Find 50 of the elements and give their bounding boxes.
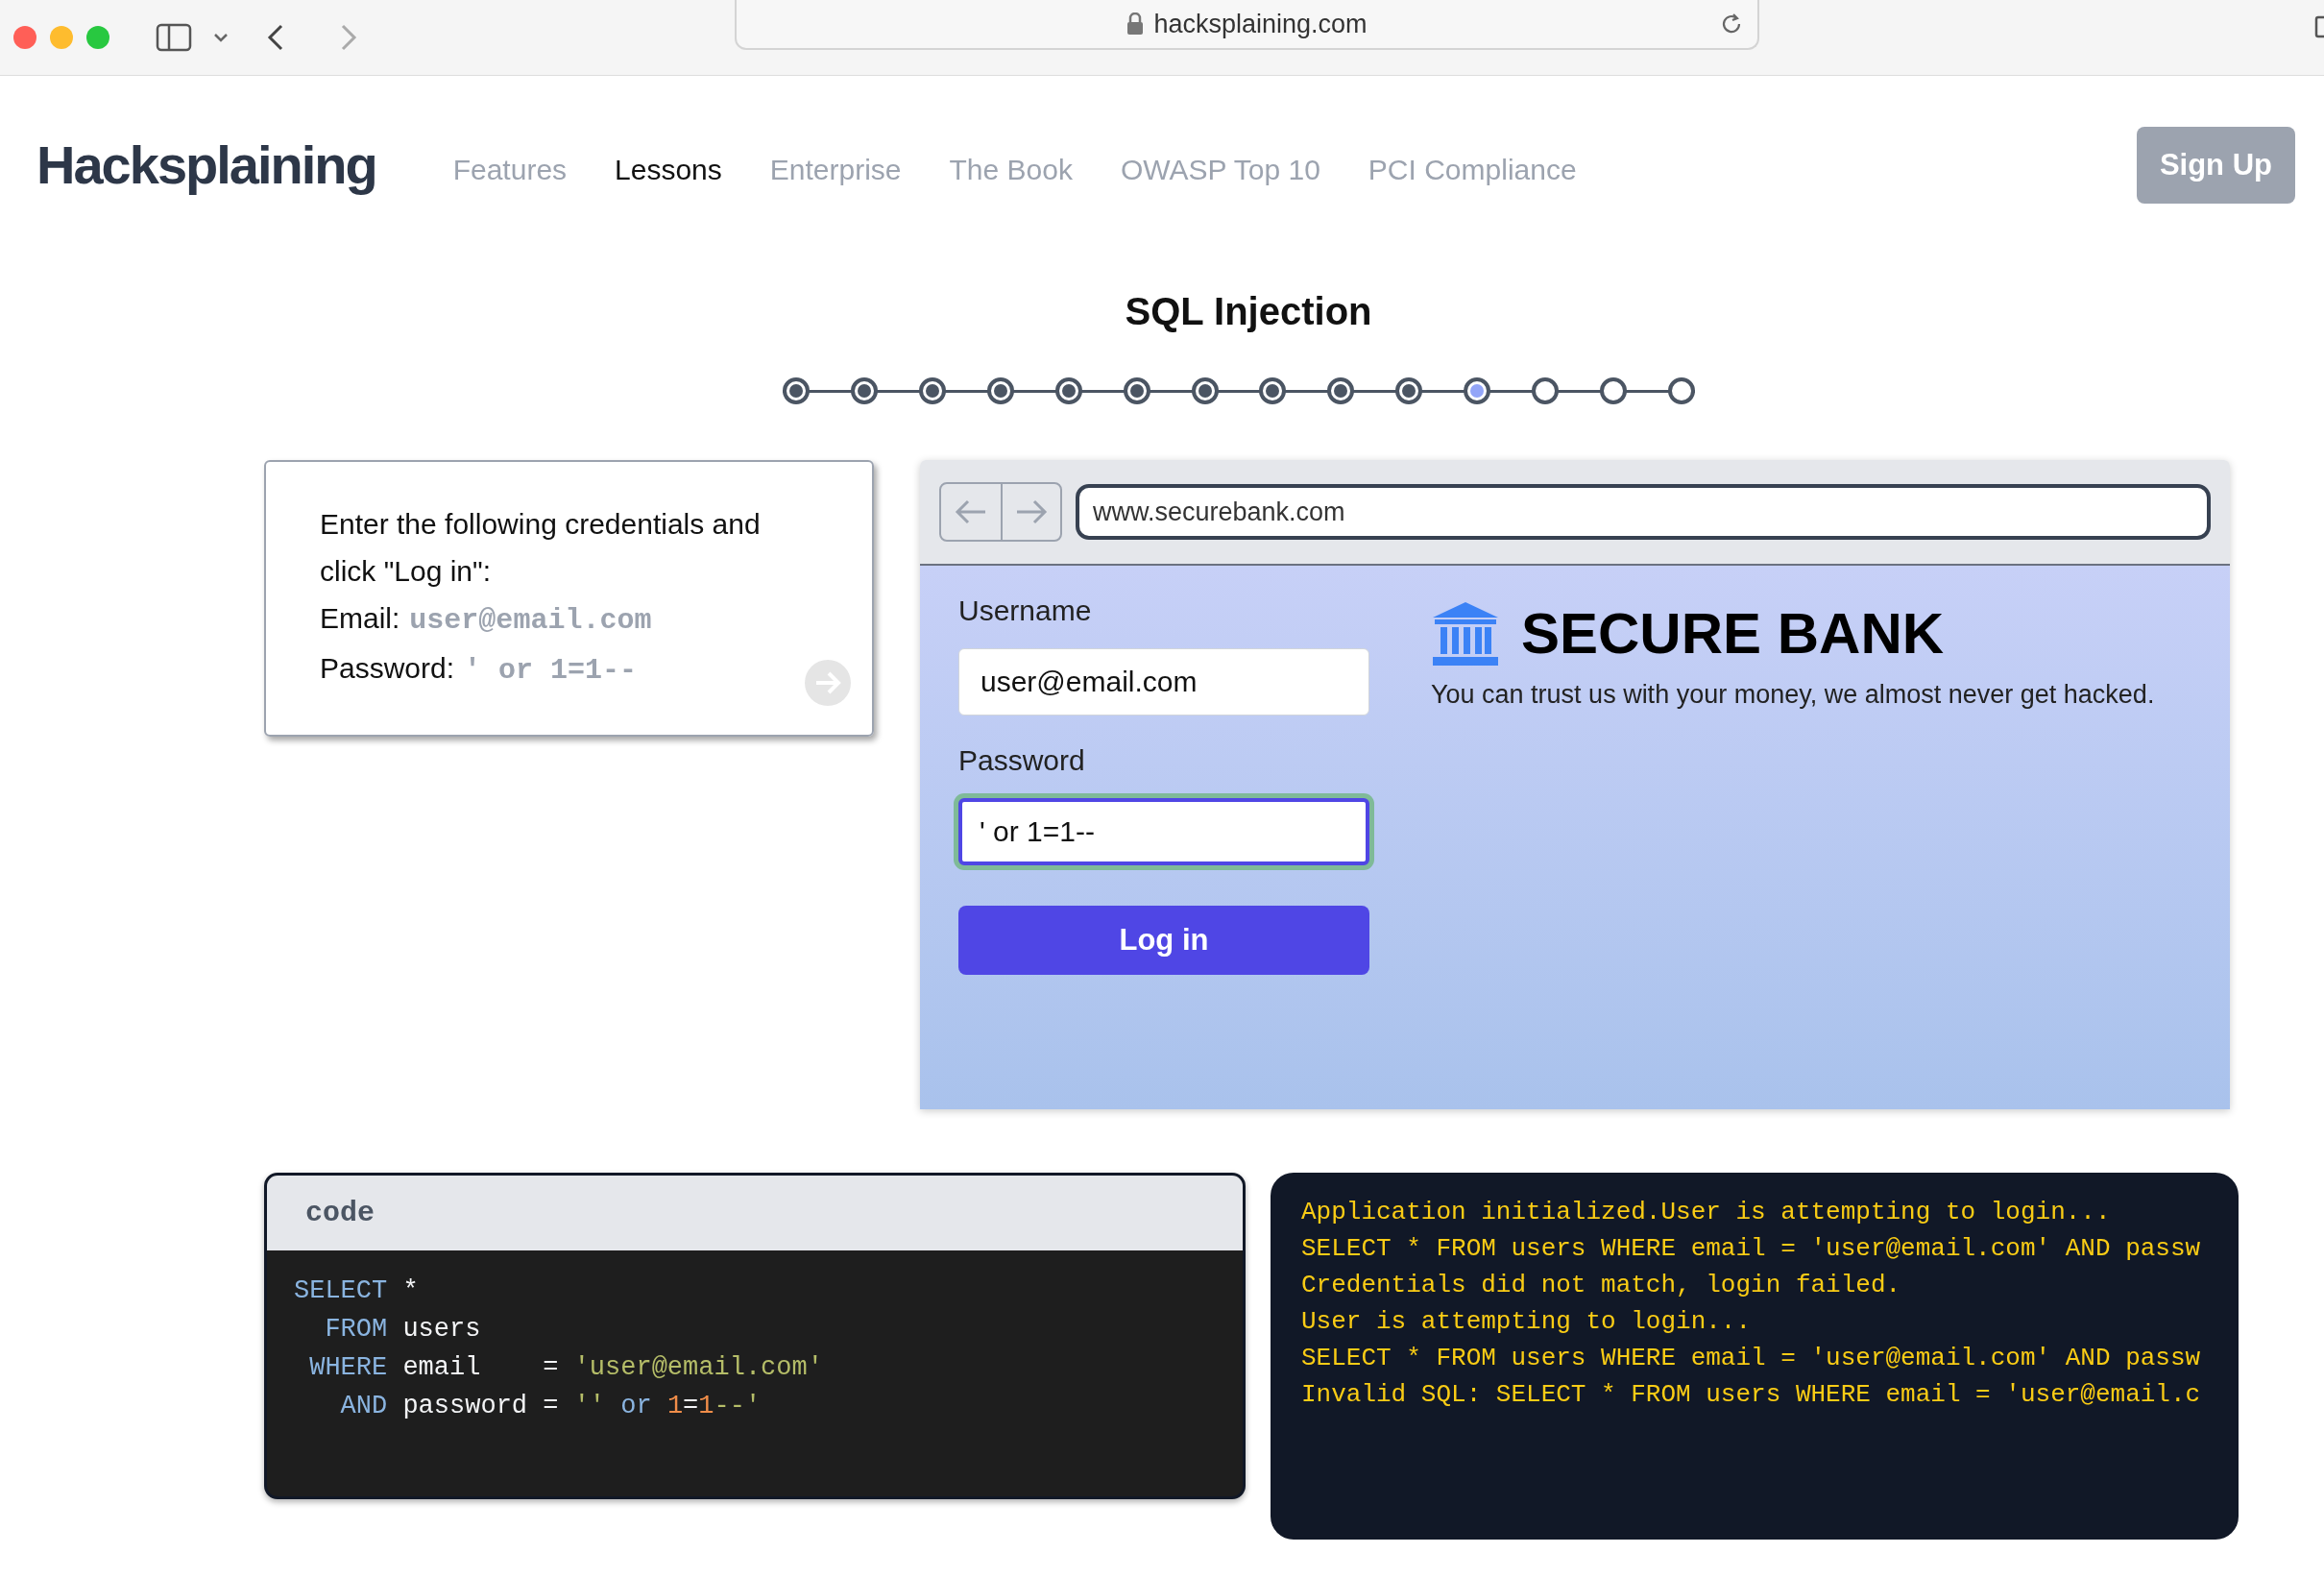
console-line: Invalid SQL: SELECT * FROM users WHERE email = 'user@email.c [1301,1379,2202,1411]
code-line: SELECT * [294,1275,420,1307]
code-line: AND password = '' or 1=1--' [339,1391,763,1422]
console-line: Credentials did not match, login failed. [1301,1270,1902,1301]
password-field[interactable]: ' or 1=1-- [958,798,1369,865]
close-window-button[interactable] [13,26,36,49]
progress-step[interactable] [918,377,946,404]
progress-step[interactable] [1600,377,1628,404]
right-arrow-icon [1015,499,1048,524]
lock-icon [1126,12,1145,36]
lesson-title: SQL Injection [1124,290,1373,333]
instruction-text: Enter the following credentials and click "Log in": [320,507,762,589]
login-button[interactable]: Log in [958,906,1369,975]
console-line: SELECT * FROM users WHERE email = 'user@email.com' AND passw [1301,1233,2202,1265]
address-bar[interactable]: hacksplaining.com [735,0,1759,50]
code-line: FROM users [324,1314,482,1346]
chevron-down-icon[interactable] [213,33,229,42]
progress-step[interactable] [850,377,878,404]
back-icon[interactable] [267,24,284,51]
console-line: User is attempting to login... [1301,1306,1753,1338]
code-line: WHERE email = 'user@email.com' [308,1352,824,1384]
url-field[interactable]: www.securebank.com [1076,484,2211,540]
bank-tagline: You can trust us with your money, we almost never get hacked. [1431,680,2155,710]
progress-step[interactable] [1191,377,1219,404]
email-credential: user@email.com [409,603,652,639]
progress-step[interactable] [783,377,810,404]
progress-step[interactable] [986,377,1014,404]
progress-step[interactable] [1259,377,1287,404]
progress-step[interactable] [1668,377,1695,404]
sidebar-icon[interactable] [156,23,192,52]
bank-icon [1431,601,1500,666]
username-label: Username [958,594,1093,627]
console-line: SELECT * FROM users WHERE email = 'user@email.com' AND passw [1301,1343,2202,1374]
progress-step[interactable] [1327,377,1355,404]
console-line: Application initialized.User is attempting to login... [1301,1197,2112,1228]
progress-step[interactable] [1395,377,1423,404]
email-label: Email: [320,601,400,636]
progress-step[interactable] [1123,377,1150,404]
username-field[interactable]: user@email.com [958,648,1369,716]
password-label: Password: [320,651,455,686]
progress-step[interactable] [1464,377,1491,404]
progress-step[interactable] [1054,377,1082,404]
site-logo[interactable]: Hacksplaining [36,131,376,199]
password-label: Password [958,744,1086,777]
password-credential: ' or 1=1-- [464,653,638,689]
left-arrow-icon [955,499,987,524]
code-panel-title: code [305,1197,375,1229]
nav-link[interactable]: Lessons [615,153,722,186]
progress-step[interactable] [1532,377,1560,404]
bank-name: SECURE BANK [1521,600,1945,667]
